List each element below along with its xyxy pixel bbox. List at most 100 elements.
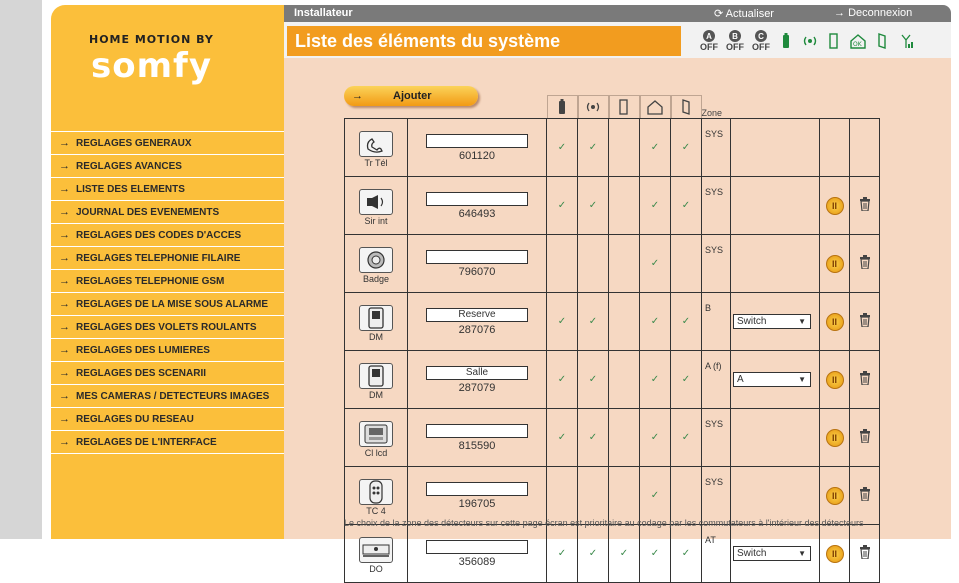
- select-cell: Switch ▼: [730, 292, 820, 351]
- sidebar-item[interactable]: → REGLAGES DES VOLETS ROULANTS: [51, 315, 284, 338]
- motion-detector-icon: [359, 363, 393, 389]
- zone-value: B: [701, 292, 731, 351]
- pause-button[interactable]: II: [825, 486, 844, 505]
- device-name-input[interactable]: Salle: [426, 365, 528, 380]
- add-button[interactable]: → Ajouter: [344, 86, 478, 106]
- trash-icon[interactable]: [859, 197, 871, 214]
- sidebar-item[interactable]: → REGLAGES DE LA MISE SOUS ALARME: [51, 292, 284, 315]
- device-name-input[interactable]: [426, 191, 528, 206]
- name-cell: 196705: [407, 466, 547, 525]
- serial-number: 601120: [459, 149, 495, 162]
- sidebar-item-label: LISTE DES ELEMENTS: [76, 183, 185, 195]
- device-cell: DO: [344, 524, 408, 583]
- check-cell: ✓: [546, 524, 578, 583]
- sidebar-item[interactable]: → LISTE DES ELEMENTS: [51, 177, 284, 200]
- sidebar-item[interactable]: → REGLAGES DES LUMIERES: [51, 338, 284, 361]
- logout-label: Deconnexion: [848, 7, 913, 19]
- sidebar-item[interactable]: → REGLAGES GENERAUX: [51, 131, 284, 154]
- remote-control-icon: [359, 479, 393, 505]
- check-cell: ✓: [577, 408, 609, 467]
- add-button-label: Ajouter: [393, 90, 432, 102]
- device-cell: TC 4: [344, 466, 408, 525]
- check-cell: ✓: [639, 234, 671, 293]
- badge-icon: [359, 247, 393, 273]
- sidebar-item[interactable]: → REGLAGES DU RESEAU: [51, 407, 284, 430]
- pause-button[interactable]: II: [825, 370, 844, 389]
- zone-select[interactable]: Switch ▼: [733, 546, 811, 561]
- sidebar-item-label: REGLAGES DE L'INTERFACE: [76, 436, 217, 448]
- check-cell: ✓: [577, 350, 609, 409]
- trash-icon[interactable]: [859, 313, 871, 330]
- zone-select-value: Switch: [737, 548, 767, 559]
- trash-icon[interactable]: [859, 371, 871, 388]
- trash-icon[interactable]: [859, 545, 871, 562]
- device-name-input[interactable]: [426, 249, 528, 264]
- sidebar-item[interactable]: → REGLAGES DES CODES D'ACCES: [51, 223, 284, 246]
- zone-b-state: OFF: [726, 42, 744, 52]
- name-cell: 796070: [407, 234, 547, 293]
- battery-icon: [777, 30, 795, 52]
- pause-button[interactable]: II: [825, 254, 844, 273]
- arrow-right-icon: →: [59, 413, 70, 425]
- device-cell: DM: [344, 350, 408, 409]
- device-cell: Cl lcd: [344, 408, 408, 467]
- pause-cell: II: [819, 408, 850, 467]
- sidebar-item[interactable]: → REGLAGES AVANCES: [51, 154, 284, 177]
- sidebar-item[interactable]: → REGLAGES DES SCENARII: [51, 361, 284, 384]
- opening-col-icon: [608, 95, 640, 118]
- trash-icon[interactable]: [859, 255, 871, 272]
- top-bar: Installateur ⟳ Actualiser → Deconnexion: [284, 5, 951, 22]
- arrow-right-icon: →: [352, 90, 363, 102]
- refresh-link[interactable]: ⟳ Actualiser: [714, 7, 774, 20]
- arrow-right-icon: →: [59, 344, 70, 356]
- device-type: Sir int: [364, 216, 388, 226]
- check-cell: ✓: [546, 350, 578, 409]
- zone-select[interactable]: Switch ▼: [733, 314, 811, 329]
- check-cell: [608, 466, 640, 525]
- check-cell: [608, 292, 640, 351]
- sidebar-item-label: REGLAGES DES VOLETS ROULANTS: [76, 321, 257, 333]
- siren-icon: [359, 189, 393, 215]
- logout-link[interactable]: → Deconnexion: [834, 7, 912, 19]
- zone-footnote: Le choix de la zone des détecteurs sur c…: [344, 518, 864, 528]
- device-name-input[interactable]: [426, 481, 528, 496]
- check-cell: [608, 118, 640, 177]
- zone-c-state: OFF: [752, 42, 770, 52]
- app-frame: HOME MOTION BY somfy → REGLAGES GENERAUX →…: [51, 5, 951, 583]
- zone-header: Zone: [701, 108, 723, 118]
- name-cell: 815590: [407, 408, 547, 467]
- sensor-col-icon: [670, 95, 702, 118]
- device-name-input[interactable]: Reserve: [426, 307, 528, 322]
- device-name-input[interactable]: [426, 133, 528, 148]
- sidebar-item[interactable]: → REGLAGES DE L'INTERFACE: [51, 430, 284, 454]
- arrow-right-icon: →: [834, 7, 849, 19]
- trash-icon[interactable]: [859, 429, 871, 446]
- pause-cell: II: [819, 466, 850, 525]
- svg-text:OK: OK: [853, 41, 863, 48]
- table-row: DO 356089 ✓ ✓ ✓ ✓ ✓ AT Switch ▼ II: [344, 524, 880, 583]
- sidebar-item[interactable]: → MES CAMERAS / DETECTEURS IMAGES: [51, 384, 284, 407]
- sidebar-menu: → REGLAGES GENERAUX → REGLAGES AVANCES → LIST…: [51, 131, 284, 454]
- serial-number: 287076: [458, 323, 496, 336]
- pause-cell: [819, 118, 850, 177]
- pause-button[interactable]: II: [825, 428, 844, 447]
- pause-button[interactable]: II: [825, 196, 844, 215]
- zone-select[interactable]: A ▼: [733, 372, 811, 387]
- name-cell: Salle 287079: [407, 350, 547, 409]
- serial-number: 196705: [458, 497, 496, 510]
- trash-icon[interactable]: [859, 487, 871, 504]
- check-cell: ✓: [577, 292, 609, 351]
- device-name-input[interactable]: [426, 539, 528, 554]
- pause-button[interactable]: II: [825, 312, 844, 331]
- check-cell: ✓: [546, 118, 578, 177]
- device-name-input[interactable]: [426, 423, 528, 438]
- sidebar-item[interactable]: → REGLAGES TELEPHONIE FILAIRE: [51, 246, 284, 269]
- sidebar-item[interactable]: → REGLAGES TELEPHONIE GSM: [51, 269, 284, 292]
- pause-cell: II: [819, 176, 850, 235]
- refresh-label: Actualiser: [725, 8, 774, 20]
- pause-button[interactable]: II: [825, 544, 844, 563]
- sidebar-item[interactable]: → JOURNAL DES EVENEMENTS: [51, 200, 284, 223]
- select-cell: [730, 466, 820, 525]
- arrow-right-icon: →: [59, 275, 70, 287]
- check-cell: ✓: [546, 292, 578, 351]
